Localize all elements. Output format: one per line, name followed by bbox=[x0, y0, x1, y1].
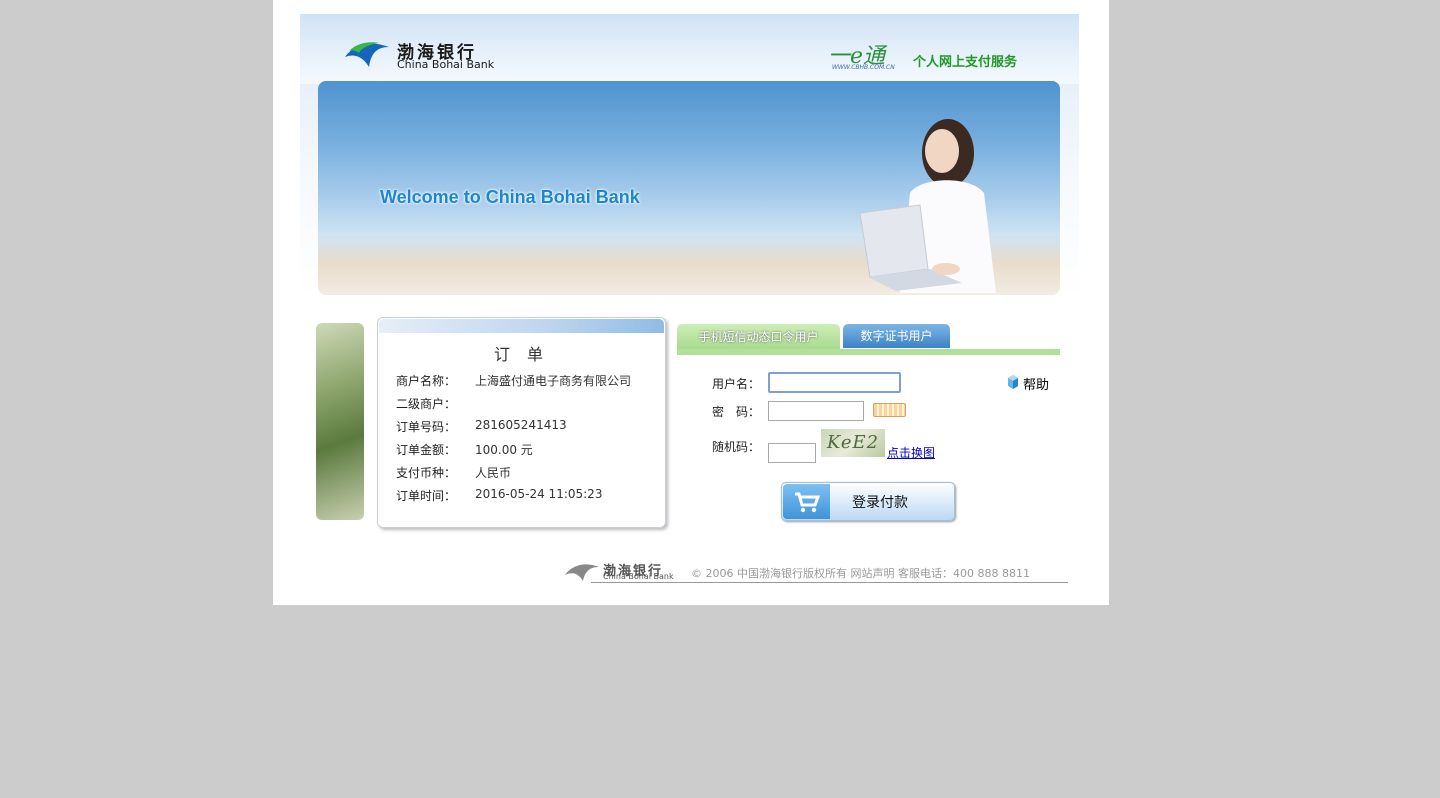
footer-divider bbox=[591, 582, 1068, 583]
captcha-input[interactable] bbox=[768, 443, 816, 463]
soft-keyboard-icon[interactable] bbox=[873, 403, 906, 417]
username-label: 用户名： bbox=[712, 377, 761, 391]
footer-copyright: © 2006 中国渤海银行版权所有 网站声明 客服电话：400 888 8811 bbox=[691, 567, 1030, 580]
yzt-service-url: WWW.CBHB.COM.CN bbox=[832, 64, 895, 71]
order-label: 支付币种： bbox=[396, 466, 457, 480]
footer-logo-icon bbox=[565, 564, 599, 581]
help-link[interactable]: 帮助 bbox=[1008, 374, 1050, 393]
order-title: 订 单 bbox=[493, 345, 550, 364]
order-panel-header-bar bbox=[379, 319, 664, 333]
order-value: 100.00 元 bbox=[475, 443, 533, 457]
order-label: 订单金额： bbox=[396, 443, 457, 457]
welcome-banner: Welcome to China Bohai Bank bbox=[318, 81, 1060, 295]
cart-icon-bg bbox=[783, 484, 830, 519]
order-summary-panel: 订 单 商户名称： 上海盛付通电子商务有限公司 二级商户： 订单号码： 2816… bbox=[377, 317, 666, 528]
tab-digital-certificate[interactable]: 数字证书用户 bbox=[843, 324, 950, 348]
tab-underline bbox=[677, 349, 1060, 355]
header: 渤海银行 China Bohai Bank 一e通 WWW.CBHB.COM.C… bbox=[300, 14, 1079, 84]
password-label: 密 码： bbox=[712, 405, 761, 419]
banner-welcome-text: Welcome to China Bohai Bank bbox=[380, 187, 640, 207]
username-input[interactable] bbox=[768, 372, 901, 393]
order-value: 2016-05-24 11:05:23 bbox=[475, 487, 603, 501]
help-cube-icon bbox=[1008, 375, 1018, 389]
banner-woman-laptop-image bbox=[859, 119, 996, 293]
login-pay-label: 登录付款 bbox=[852, 495, 908, 511]
captcha-refresh-link[interactable]: 点击换图 bbox=[887, 444, 935, 461]
order-label: 二级商户： bbox=[396, 397, 457, 411]
captcha-label: 随机码： bbox=[712, 440, 761, 454]
bank-name-en: China Bohai Bank bbox=[397, 58, 495, 71]
captcha-image[interactable]: KeE2 bbox=[821, 429, 885, 457]
help-label: 帮助 bbox=[1023, 378, 1050, 393]
order-value: 上海盛付通电子商务有限公司 bbox=[475, 374, 632, 388]
tab-sms-dynamic-password[interactable]: 手机短信动态口令用户 bbox=[677, 324, 840, 351]
order-value: 281605241413 bbox=[475, 418, 567, 432]
decorative-pen-image bbox=[316, 323, 364, 520]
order-label: 商户名称： bbox=[396, 374, 457, 388]
password-input[interactable] bbox=[768, 401, 864, 421]
footer-bank-name-en: China Bohai Bank bbox=[603, 572, 674, 581]
order-label: 订单时间： bbox=[396, 489, 457, 503]
payment-page: 渤海银行 China Bohai Bank 一e通 WWW.CBHB.COM.C… bbox=[273, 0, 1109, 605]
login-pay-button[interactable]: 登录付款 bbox=[781, 482, 955, 521]
service-title: 个人网上支付服务 bbox=[913, 55, 1018, 70]
shopping-cart-icon bbox=[795, 492, 821, 513]
bohai-bank-logo-icon bbox=[345, 42, 389, 67]
order-label: 订单号码： bbox=[396, 420, 457, 434]
order-value: 人民币 bbox=[475, 466, 512, 480]
